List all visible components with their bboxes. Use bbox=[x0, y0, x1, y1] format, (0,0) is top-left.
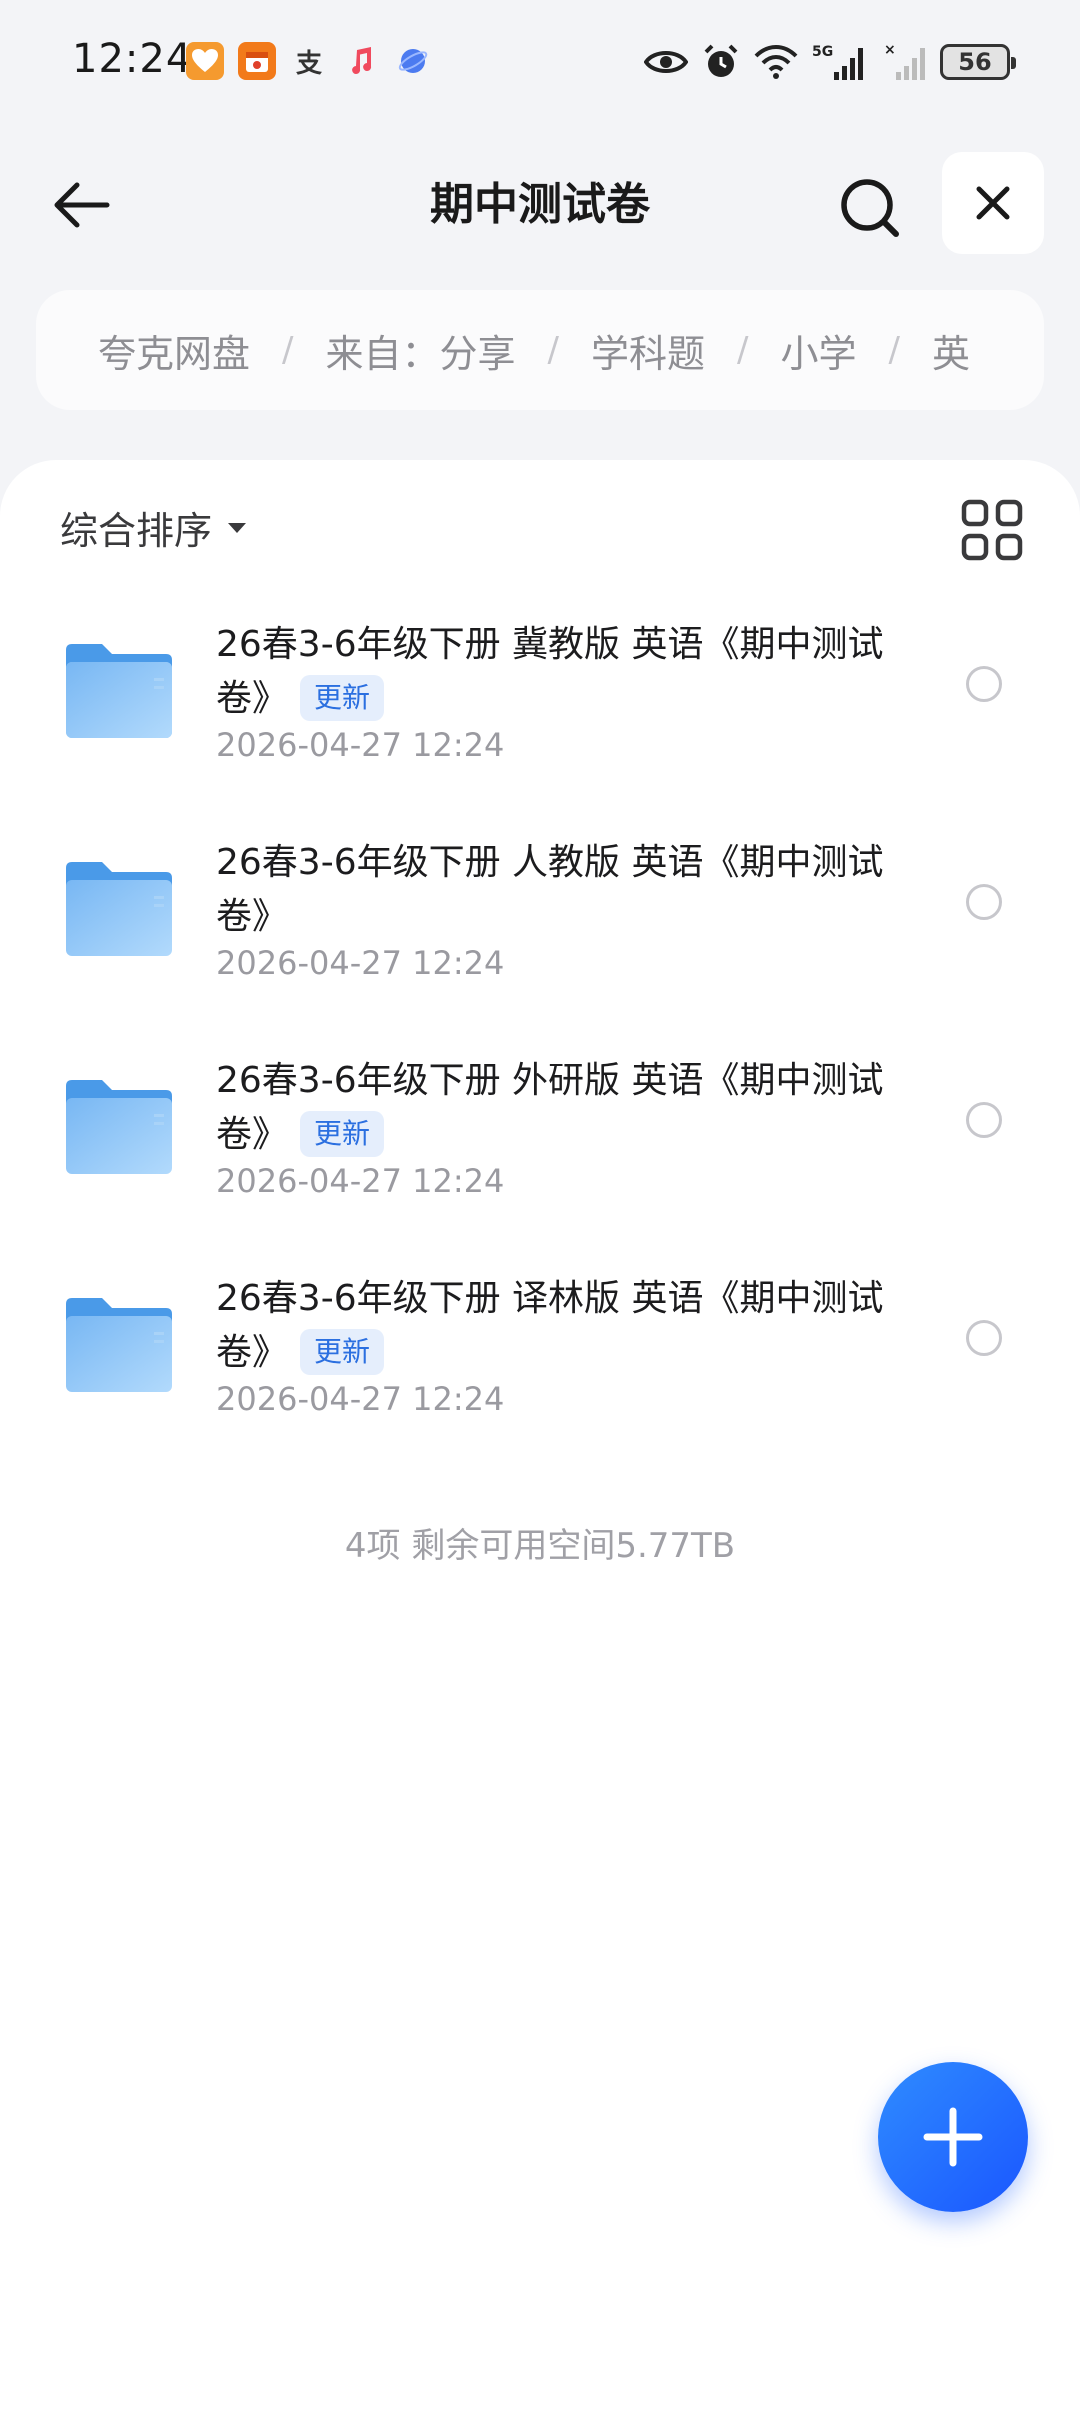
file-title: 26春3-6年级下册 冀教版 英语《期中测试卷》 更新 bbox=[216, 618, 896, 726]
breadcrumb-separator: / bbox=[736, 330, 749, 370]
file-date: 2026-04-27 12:24 bbox=[216, 944, 505, 982]
breadcrumb-item-share[interactable]: 来自：分享 bbox=[325, 323, 515, 378]
page-title: 期中测试卷 bbox=[430, 179, 650, 230]
update-badge: 更新 bbox=[300, 675, 385, 721]
file-title: 26春3-6年级下册 人教版 英语《期中测试卷》 bbox=[216, 836, 896, 944]
signal-5g-icon: 5G bbox=[812, 44, 863, 80]
file-date: 2026-04-27 12:24 bbox=[216, 1380, 505, 1418]
system-status: 5G × 56 bbox=[644, 38, 1016, 86]
update-badge: 更新 bbox=[300, 1329, 385, 1375]
sort-label: 综合排序 bbox=[60, 509, 213, 553]
breadcrumb-item-primary[interactable]: 小学 bbox=[780, 323, 856, 378]
eye-icon bbox=[644, 51, 688, 73]
breadcrumb-item-english[interactable]: 英 bbox=[932, 323, 970, 378]
status-bar: 12:24 支 5G × 56 bbox=[0, 0, 1080, 125]
file-date: 2026-04-27 12:24 bbox=[216, 1162, 505, 1200]
file-list: 26春3-6年级下册 冀教版 英语《期中测试卷》 更新 2026-04-27 12… bbox=[0, 600, 1080, 1472]
list-item[interactable]: 26春3-6年级下册 译林版 英语《期中测试卷》 更新 2026-04-27 12… bbox=[0, 1254, 1080, 1472]
caret-down-icon bbox=[228, 522, 247, 533]
signal-icon: × bbox=[884, 42, 925, 80]
select-radio[interactable] bbox=[966, 884, 1002, 920]
add-button[interactable] bbox=[878, 2062, 1028, 2212]
calendar-icon bbox=[238, 42, 276, 80]
close-button[interactable] bbox=[942, 152, 1044, 254]
update-badge: 更新 bbox=[300, 1111, 385, 1157]
grid-view-button[interactable] bbox=[958, 496, 1026, 564]
list-item[interactable]: 26春3-6年级下册 人教版 英语《期中测试卷》 2026-04-27 12:2… bbox=[0, 818, 1080, 1036]
breadcrumb-item-subject[interactable]: 学科题 bbox=[591, 323, 705, 378]
browser-icon bbox=[394, 42, 432, 80]
select-radio[interactable] bbox=[966, 1102, 1002, 1138]
wifi-icon bbox=[754, 45, 798, 79]
alarm-icon bbox=[704, 44, 738, 77]
music-icon bbox=[342, 42, 380, 80]
health-icon bbox=[186, 42, 224, 80]
search-icon bbox=[841, 179, 899, 237]
file-title: 26春3-6年级下册 译林版 英语《期中测试卷》 更新 bbox=[216, 1272, 896, 1380]
select-radio[interactable] bbox=[966, 666, 1002, 702]
file-date: 2026-04-27 12:24 bbox=[216, 726, 505, 764]
storage-summary: 4项 剩余可用空间5.77TB bbox=[344, 1526, 736, 1566]
close-icon bbox=[976, 186, 1010, 220]
svg-text:×: × bbox=[884, 42, 896, 58]
folder-icon bbox=[66, 644, 172, 738]
sort-dropdown[interactable]: 综合排序 bbox=[60, 500, 248, 555]
file-title: 26春3-6年级下册 外研版 英语《期中测试卷》 更新 bbox=[216, 1054, 896, 1162]
status-time: 12:24 bbox=[72, 36, 193, 82]
breadcrumb: 夸克网盘 / 来自：分享 / 学科题 / 小学 / 英 bbox=[36, 290, 1044, 410]
folder-icon bbox=[66, 862, 172, 956]
breadcrumb-item-root[interactable]: 夸克网盘 bbox=[98, 323, 250, 378]
header: 期中测试卷 bbox=[0, 140, 1080, 270]
notification-icons: 支 bbox=[186, 42, 432, 80]
list-item[interactable]: 26春3-6年级下册 外研版 英语《期中测试卷》 更新 2026-04-27 12… bbox=[0, 1036, 1080, 1254]
select-radio[interactable] bbox=[966, 1320, 1002, 1356]
alipay-icon: 支 bbox=[295, 48, 322, 79]
folder-icon bbox=[66, 1080, 172, 1174]
battery-level: 56 bbox=[958, 48, 992, 76]
svg-text:5G: 5G bbox=[812, 44, 833, 60]
folder-icon bbox=[66, 1298, 172, 1392]
breadcrumb-separator: / bbox=[282, 330, 294, 370]
battery-indicator: 56 bbox=[940, 44, 1016, 80]
breadcrumb-separator: / bbox=[888, 330, 900, 370]
breadcrumb-separator: / bbox=[547, 330, 559, 370]
plus-icon bbox=[923, 2107, 983, 2167]
file-name: 26春3-6年级下册 人教版 英语《期中测试卷》 bbox=[216, 842, 884, 937]
grid-view-icon bbox=[961, 499, 1023, 561]
list-item[interactable]: 26春3-6年级下册 冀教版 英语《期中测试卷》 更新 2026-04-27 12… bbox=[0, 600, 1080, 818]
search-button[interactable] bbox=[832, 170, 908, 246]
